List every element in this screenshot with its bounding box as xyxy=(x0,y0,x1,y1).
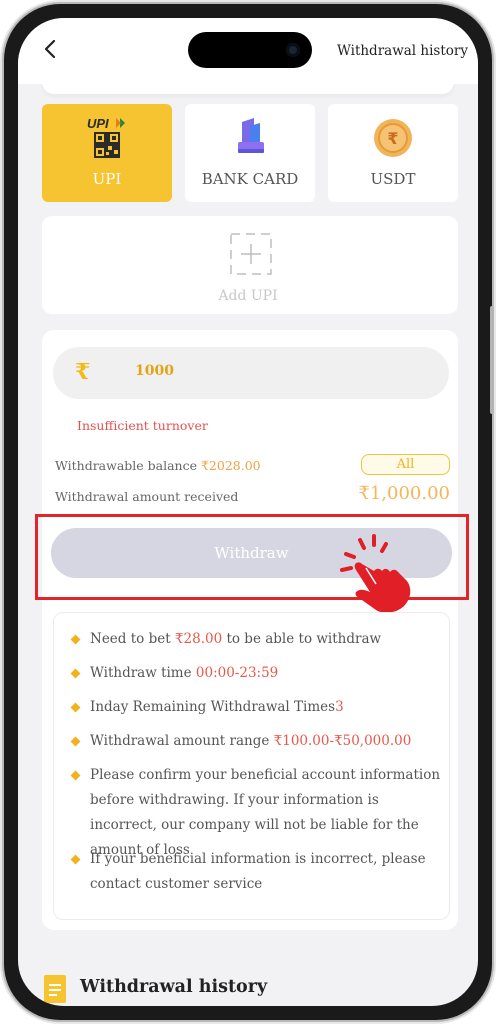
amount-received-value: ₹1,000.00 xyxy=(358,483,450,504)
withdrawable-balance-label: Withdrawable balance xyxy=(55,458,201,473)
amount-field[interactable]: ₹ xyxy=(53,347,449,399)
dynamic-island xyxy=(188,32,312,68)
all-button[interactable]: All xyxy=(361,454,450,475)
withdrawal-history-title: Withdrawal history xyxy=(80,977,268,997)
usdt-coin-icon: ₹ xyxy=(374,119,412,157)
withdrawable-balance-row: Withdrawable balance ₹2028.00 xyxy=(55,458,261,473)
rule-item: Withdraw time 00:00-23:59 xyxy=(70,661,444,686)
rule-item: If your beneficial information is incorr… xyxy=(70,847,444,897)
withdrawable-balance-value: ₹2028.00 xyxy=(200,458,261,473)
tab-bank-card[interactable]: BANK CARD xyxy=(185,104,315,202)
tab-usdt-label: USDT xyxy=(370,170,416,188)
back-arrow-icon[interactable] xyxy=(42,38,60,60)
app-screen: Withdrawal history UPI UPI BANK CARD ₹ U… xyxy=(18,18,478,1006)
amount-received-label: Withdrawal amount received xyxy=(55,489,239,504)
phone-frame: Withdrawal history UPI UPI BANK CARD ₹ U… xyxy=(4,4,494,1020)
withdrawal-history-link[interactable]: Withdrawal history xyxy=(337,43,468,59)
rule-item: Withdrawal amount range ₹100.00-₹50,000.… xyxy=(70,729,444,754)
tab-usdt[interactable]: ₹ USDT xyxy=(328,104,458,202)
amount-input[interactable] xyxy=(135,363,335,379)
tab-upi[interactable]: UPI UPI xyxy=(42,104,172,202)
bank-card-icon xyxy=(238,118,264,153)
upi-qr-icon: UPI xyxy=(87,116,125,158)
rupee-icon: ₹ xyxy=(75,359,91,385)
add-upi-label: Add UPI xyxy=(218,288,278,304)
add-plus-icon xyxy=(230,233,272,275)
turnover-warning: Insufficient turnover xyxy=(77,418,208,433)
side-button xyxy=(490,306,494,414)
history-document-icon xyxy=(44,975,66,1003)
rule-item: Inday Remaining Withdrawal Times3 xyxy=(70,695,444,720)
camera-icon xyxy=(286,43,300,57)
withdraw-method-tabs: UPI UPI BANK CARD ₹ USDT xyxy=(42,104,458,202)
tab-bank-card-label: BANK CARD xyxy=(201,170,299,188)
withdraw-rules-box: Need to bet ₹28.00 to be able to withdra… xyxy=(53,612,450,920)
svg-text:₹: ₹ xyxy=(387,129,398,148)
rule-item: Need to bet ₹28.00 to be able to withdra… xyxy=(70,627,444,652)
tap-hand-icon xyxy=(340,534,411,613)
tab-upi-label: UPI xyxy=(92,170,122,188)
upi-logo-text: UPI xyxy=(87,116,109,131)
